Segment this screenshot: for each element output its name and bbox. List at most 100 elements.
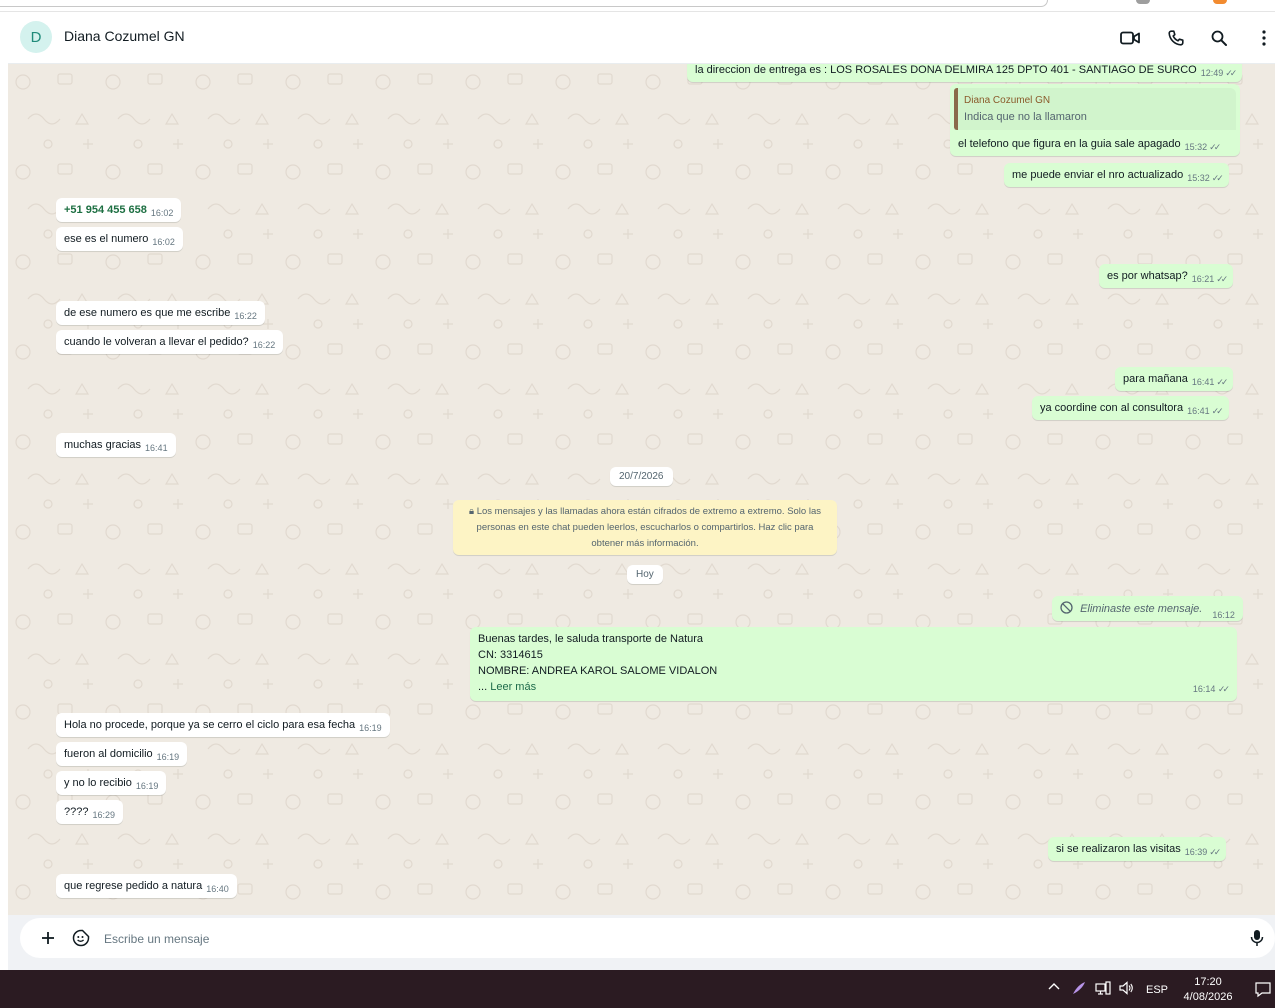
- chat-wallpaper: [8, 64, 1275, 915]
- message-text: fueron al domicilio: [64, 748, 153, 760]
- message-time: 16:14: [1192, 684, 1216, 694]
- message-incoming[interactable]: Hola no procede, porque ya se cerro el c…: [56, 713, 390, 737]
- windows-taskbar: ESP 17:20 4/08/2026: [0, 970, 1275, 1008]
- message-text: de ese numero es que me escribe: [64, 307, 231, 319]
- video-call-icon[interactable]: [1117, 25, 1143, 51]
- message-outgoing-reply[interactable]: Diana Cozumel GN Indica que no la llamar…: [950, 84, 1240, 156]
- phone-number-link[interactable]: +51 954 455 658: [64, 204, 147, 216]
- read-more-link[interactable]: Leer más: [490, 681, 536, 693]
- message-incoming[interactable]: de ese numero es que me escribe 16:22: [56, 301, 265, 325]
- quote-text: Indica que no la llamaron: [964, 111, 1087, 123]
- emoji-sticker-icon[interactable]: [72, 929, 90, 947]
- message-input[interactable]: [104, 929, 1224, 949]
- message-incoming[interactable]: ???? 16:29: [56, 800, 124, 824]
- avatar[interactable]: D: [20, 21, 52, 53]
- today-separator: Hoy: [627, 565, 663, 584]
- message-composer: [8, 915, 1275, 970]
- message-text: Hola no procede, porque ya se cerro el c…: [64, 719, 356, 731]
- date-separator: 20/7/2026: [610, 467, 673, 486]
- read-ticks-icon: ✓✓: [1209, 142, 1221, 152]
- message-time: 16:41: [1191, 377, 1215, 387]
- message-time: 15:32: [1187, 173, 1210, 183]
- message-incoming[interactable]: cuando le volveran a llevar el pedido? 16…: [56, 330, 284, 354]
- message-time: 16:22: [252, 340, 276, 350]
- message-time: 16:29: [92, 810, 116, 820]
- message-incoming[interactable]: y no lo recibio 16:19: [56, 771, 167, 795]
- input-language[interactable]: ESP: [1146, 984, 1168, 996]
- composer-box: [20, 918, 1275, 958]
- network-icon[interactable]: [1095, 980, 1111, 999]
- message-deleted[interactable]: Eliminaste este mensaje. 16:12: [1052, 596, 1243, 621]
- message-time: 16:19: [135, 781, 159, 791]
- contact-name[interactable]: Diana Cozumel GN: [64, 28, 185, 44]
- message-text: la direccion de entrega es : LOS ROSALES…: [695, 64, 1197, 76]
- phone-call-icon[interactable]: [1163, 25, 1189, 51]
- chat-pane[interactable]: la direccion de entrega es : LOS ROSALES…: [8, 64, 1275, 915]
- message-time: 16:41: [1187, 406, 1210, 416]
- message-time: 16:22: [234, 311, 257, 321]
- message-text: y no lo recibio: [64, 777, 132, 789]
- message-time: 16:02: [150, 208, 174, 218]
- read-ticks-icon: ✓✓: [1211, 406, 1224, 416]
- message-line: CN: 3314615: [478, 649, 543, 661]
- system-clock[interactable]: 17:20 4/08/2026: [1178, 975, 1238, 1005]
- feather-app-icon[interactable]: [1071, 980, 1087, 999]
- message-text: si se realizaron las visitas: [1056, 843, 1181, 855]
- clock-date: 4/08/2026: [1183, 991, 1233, 1003]
- message-outgoing[interactable]: es por whatsap? 16:21 ✓✓: [1099, 264, 1234, 288]
- message-text: que regrese pedido a natura: [64, 880, 203, 892]
- message-outgoing[interactable]: la direccion de entrega es : LOS ROSALES…: [687, 64, 1243, 82]
- message-text: muchas gracias: [64, 439, 142, 451]
- message-text: me puede enviar el nro actualizado: [1012, 169, 1184, 181]
- message-time: 16:41: [145, 443, 168, 453]
- read-ticks-icon: ✓✓: [1211, 173, 1224, 183]
- message-time: 16:12: [1212, 610, 1235, 620]
- message-outgoing[interactable]: para mañana 16:41 ✓✓: [1115, 367, 1234, 391]
- microphone-icon[interactable]: [1250, 929, 1264, 947]
- volume-icon[interactable]: [1118, 980, 1134, 999]
- ellipsis: ...: [478, 681, 491, 693]
- message-text: para mañana: [1123, 373, 1188, 385]
- browser-top-strip: [0, 0, 1275, 12]
- quote-bar: [954, 88, 958, 130]
- quoted-message[interactable]: Diana Cozumel GN Indica que no la llamar…: [954, 88, 1236, 130]
- message-text: el telefono que figura en la guia sale a…: [958, 138, 1181, 150]
- browser-extension-icon[interactable]: [1213, 0, 1227, 4]
- chevron-up-icon[interactable]: [1047, 980, 1061, 997]
- message-incoming[interactable]: muchas gracias 16:41: [56, 433, 176, 457]
- message-text: ????: [64, 806, 89, 818]
- search-icon[interactable]: [1206, 25, 1232, 51]
- message-time: 16:39: [1184, 847, 1208, 857]
- message-text: ese es el numero: [64, 233, 149, 245]
- message-time: 16:40: [206, 884, 229, 894]
- message-time: 16:21: [1191, 274, 1215, 284]
- message-outgoing[interactable]: si se realizaron las visitas 16:39 ✓✓: [1048, 837, 1227, 861]
- quote-author: Diana Cozumel GN: [964, 95, 1051, 106]
- message-time: 16:19: [156, 752, 180, 762]
- message-outgoing[interactable]: me puede enviar el nro actualizado 15:32 ✓…: [1004, 163, 1229, 187]
- lock-icon: 🔒︎: [469, 506, 475, 517]
- message-text: cuando le volveran a llevar el pedido?: [64, 336, 249, 348]
- read-ticks-icon: ✓✓: [1225, 68, 1237, 78]
- message-incoming[interactable]: que regrese pedido a natura 16:40: [56, 874, 237, 898]
- attach-plus-icon[interactable]: [40, 930, 56, 946]
- clock-time: 17:20: [1194, 976, 1222, 988]
- read-ticks-icon: ✓✓: [1216, 274, 1228, 284]
- browser-extension-icon[interactable]: [1136, 0, 1150, 4]
- message-text: es por whatsap?: [1107, 270, 1188, 282]
- message-line: NOMBRE: ANDREA KAROL SALOME VIDALON: [478, 665, 718, 677]
- notifications-icon[interactable]: [1254, 980, 1272, 1001]
- message-time: 16:02: [152, 237, 175, 247]
- message-incoming[interactable]: ese es el numero 16:02: [56, 227, 183, 251]
- message-outgoing-long[interactable]: Buenas tardes, le saluda transporte de N…: [470, 627, 1237, 701]
- deleted-icon: [1060, 601, 1076, 615]
- message-outgoing[interactable]: ya coordine con al consultora 16:41 ✓✓: [1032, 396, 1229, 420]
- menu-icon[interactable]: [1251, 25, 1275, 51]
- encryption-text-line: obtener más información.: [591, 538, 699, 549]
- message-incoming[interactable]: +51 954 455 658 16:02: [56, 198, 182, 222]
- encryption-notice[interactable]: 🔒︎ Los mensajes y las llamadas ahora est…: [453, 500, 837, 555]
- browser-address-bar-edge: [0, 0, 1048, 7]
- message-incoming[interactable]: fueron al domicilio 16:19: [56, 742, 188, 766]
- message-line: Buenas tardes, le saluda transporte de N…: [478, 633, 704, 645]
- message-time: 15:32: [1184, 142, 1208, 152]
